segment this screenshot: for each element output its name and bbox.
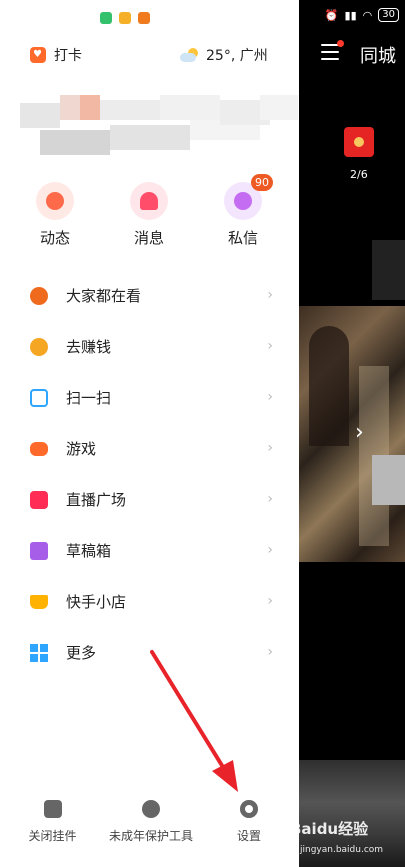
quick-action-feed[interactable]: 动态 bbox=[25, 182, 85, 248]
pixelated-area bbox=[372, 240, 405, 300]
shield-child-icon bbox=[142, 800, 160, 818]
quick-action-label: 私信 bbox=[227, 229, 258, 247]
planet-icon bbox=[36, 182, 74, 220]
bottom-button-label: 未成年保护工具 bbox=[108, 829, 193, 843]
chevron-right-icon: › bbox=[267, 644, 273, 660]
drawer-menu: 大家都在看 › 去赚钱 › 扫一扫 › 游戏 › 直播广场 › 草稿箱 › 快手… bbox=[0, 270, 299, 678]
settings-button[interactable]: 设置 bbox=[228, 800, 270, 844]
menu-item-drafts[interactable]: 草稿箱 › bbox=[0, 525, 299, 576]
quick-action-label: 动态 bbox=[39, 229, 70, 247]
gamepad-icon bbox=[30, 441, 48, 456]
menu-icon[interactable] bbox=[321, 40, 344, 60]
calendar-icon bbox=[30, 47, 46, 63]
menu-item-trending[interactable]: 大家都在看 › bbox=[0, 270, 299, 321]
menu-item-more[interactable]: 更多 › bbox=[0, 627, 299, 678]
chevron-right-icon: › bbox=[267, 338, 273, 354]
menu-item-label: 快手小店 bbox=[66, 593, 127, 611]
user-profile-blurred[interactable] bbox=[20, 95, 298, 160]
watermark-logo: Baidu经验 bbox=[290, 820, 369, 838]
signal-icon: ▮▮ bbox=[344, 8, 357, 22]
menu-item-label: 游戏 bbox=[66, 440, 97, 458]
red-packet-icon[interactable] bbox=[344, 127, 374, 157]
watermark-url: jingyan.baidu.com bbox=[300, 845, 384, 855]
app-notification-icon bbox=[119, 12, 131, 24]
live-icon bbox=[30, 490, 48, 509]
status-bar-left bbox=[100, 12, 150, 24]
app-notification-icon bbox=[100, 12, 112, 24]
chevron-right-icon: › bbox=[267, 491, 273, 507]
chat-icon: 90 bbox=[224, 174, 273, 220]
alarm-icon: ⏰ bbox=[324, 8, 339, 22]
checkin-button[interactable]: 打卡 bbox=[30, 45, 82, 65]
menu-item-games[interactable]: 游戏 › bbox=[0, 423, 299, 474]
chevron-right-icon: › bbox=[267, 287, 273, 303]
drawer-bottom-bar: 关闭挂件 未成年保护工具 设置 bbox=[0, 800, 299, 867]
widget-icon bbox=[43, 800, 62, 818]
wifi-icon: ◠ bbox=[362, 8, 373, 22]
leaf-icon bbox=[30, 286, 48, 305]
close-widget-button[interactable]: 关闭挂件 bbox=[25, 800, 80, 844]
status-bar-right: ⏰ ▮▮ ◠ 30 bbox=[325, 8, 399, 22]
chevron-right-icon: › bbox=[267, 440, 273, 456]
chevron-right-icon: › bbox=[267, 593, 273, 609]
menu-item-label: 更多 bbox=[66, 644, 97, 662]
bell-icon bbox=[130, 182, 168, 220]
chevron-right-icon: › bbox=[267, 542, 273, 558]
chevron-right-icon[interactable]: › bbox=[355, 420, 364, 445]
battery-indicator: 30 bbox=[378, 8, 399, 22]
red-packet-count: 2/6 bbox=[350, 168, 368, 181]
grid-icon bbox=[30, 643, 48, 662]
menu-item-label: 草稿箱 bbox=[66, 542, 112, 560]
tab-city[interactable]: 同城 bbox=[360, 42, 396, 68]
weather-widget[interactable]: 25°, 广州 bbox=[180, 45, 268, 65]
gear-icon bbox=[240, 800, 258, 818]
bottom-button-label: 关闭挂件 bbox=[28, 829, 77, 843]
checkin-label: 打卡 bbox=[54, 48, 82, 64]
menu-item-shop[interactable]: 快手小店 › bbox=[0, 576, 299, 627]
coin-icon bbox=[30, 337, 48, 356]
weather-text: 25°, 广州 bbox=[206, 48, 268, 64]
weather-icon bbox=[180, 48, 200, 62]
minor-protection-button[interactable]: 未成年保护工具 bbox=[105, 800, 197, 844]
menu-item-label: 去赚钱 bbox=[66, 338, 112, 356]
menu-item-live-square[interactable]: 直播广场 › bbox=[0, 474, 299, 525]
quick-action-messages[interactable]: 消息 bbox=[119, 182, 179, 248]
side-drawer: 打卡 25°, 广州 动态 消息 90 私信 bbox=[0, 0, 299, 867]
pixelated-area bbox=[372, 455, 405, 505]
video-thumbnail[interactable] bbox=[299, 306, 405, 562]
quick-action-label: 消息 bbox=[133, 229, 164, 247]
unread-badge: 90 bbox=[251, 174, 273, 191]
menu-item-label: 大家都在看 bbox=[66, 287, 142, 305]
menu-item-earn-money[interactable]: 去赚钱 › bbox=[0, 321, 299, 372]
app-notification-icon bbox=[138, 12, 150, 24]
quick-action-private-messages[interactable]: 90 私信 bbox=[213, 174, 273, 248]
folder-icon bbox=[30, 541, 48, 560]
scan-icon bbox=[30, 388, 48, 407]
chevron-right-icon: › bbox=[267, 389, 273, 405]
menu-item-label: 扫一扫 bbox=[66, 389, 112, 407]
cart-icon bbox=[30, 594, 48, 609]
menu-item-label: 直播广场 bbox=[66, 491, 127, 509]
bottom-button-label: 设置 bbox=[236, 829, 261, 843]
menu-item-scan[interactable]: 扫一扫 › bbox=[0, 372, 299, 423]
